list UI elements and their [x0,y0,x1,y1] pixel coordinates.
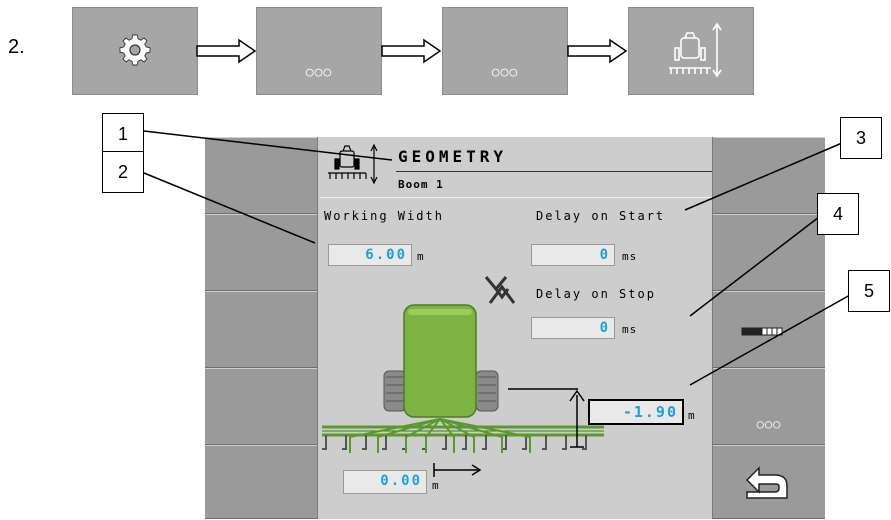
callout-lines [143,130,851,386]
callout-2: 2 [102,151,144,193]
callout-5: 5 [848,270,890,312]
callout-1: 1 [102,113,144,155]
callout-4: 4 [817,193,859,235]
callout-3: 3 [840,117,882,159]
